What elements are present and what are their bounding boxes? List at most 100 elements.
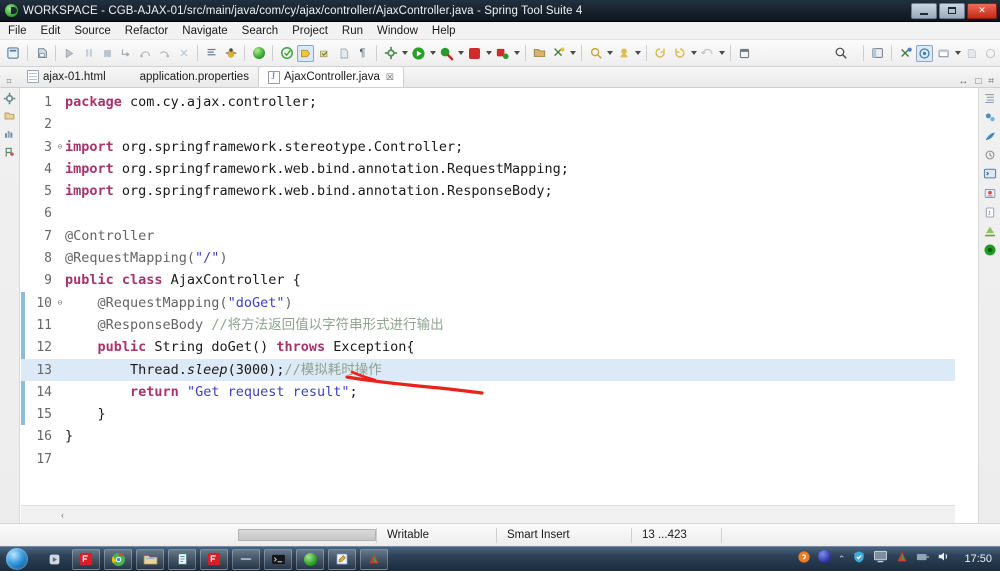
- code-line[interactable]: 4 import org.springframework.web.bind.ann…: [21, 158, 955, 180]
- ie-icon[interactable]: [817, 550, 831, 568]
- file-icon[interactable]: [335, 45, 352, 62]
- step-over-icon[interactable]: [137, 45, 154, 62]
- back-icon[interactable]: [699, 45, 716, 62]
- spring-boot-dashboard-icon[interactable]: [250, 45, 267, 62]
- source-code[interactable]: 1 package com.cy.ajax.controller; 2 3 ⊖ impor…: [21, 91, 955, 470]
- chevron-down-icon[interactable]: [717, 45, 726, 62]
- taskbar-clock[interactable]: 17:50: [958, 553, 992, 565]
- menu-item-refactor[interactable]: Refactor: [118, 22, 175, 40]
- code-line[interactable]: 5 import org.springframework.web.bind.ann…: [21, 180, 955, 202]
- java-perspective-icon[interactable]: [897, 45, 914, 62]
- outline-toggle-icon[interactable]: [3, 91, 17, 105]
- quick-access-search-icon[interactable]: [832, 45, 849, 62]
- code-line[interactable]: 13 Thread.sleep(3000);//模拟耗时操作: [21, 358, 955, 381]
- maximize-editor-icon[interactable]: □: [975, 76, 981, 87]
- boot-dashboard-icon[interactable]: [3, 127, 17, 141]
- chevron-down-icon[interactable]: [400, 45, 409, 62]
- coverage-icon[interactable]: [494, 45, 511, 62]
- code-canvas[interactable]: 1 package com.cy.ajax.controller; 2 3 ⊖ impor…: [21, 88, 955, 505]
- server-icon[interactable]: [983, 243, 997, 257]
- terminate-icon[interactable]: [99, 45, 116, 62]
- chevron-down-icon[interactable]: [456, 45, 465, 62]
- code-line[interactable]: 8 @RequestMapping("/"): [21, 247, 955, 269]
- open-type-icon[interactable]: [615, 45, 632, 62]
- foxit-reader-icon[interactable]: [72, 548, 100, 570]
- spring-explorer-icon[interactable]: [983, 129, 997, 143]
- stop-icon[interactable]: [466, 45, 483, 62]
- scroll-left-icon[interactable]: ‹: [61, 510, 64, 520]
- menu-item-run[interactable]: Run: [335, 22, 370, 40]
- code-line[interactable]: 9 public class AjaxController {: [21, 269, 955, 291]
- security-shield-icon[interactable]: [852, 550, 866, 569]
- minimized-window-icon[interactable]: [232, 548, 260, 570]
- menu-item-navigate[interactable]: Navigate: [175, 22, 234, 40]
- close-button[interactable]: ✕: [967, 2, 997, 19]
- fold-marker-icon[interactable]: ⊖: [55, 292, 65, 314]
- editor-horizontal-scrollbar[interactable]: ‹: [21, 505, 955, 523]
- chevron-down-icon[interactable]: [512, 45, 521, 62]
- chevron-down-icon[interactable]: [953, 45, 962, 62]
- chevron-down-icon[interactable]: [605, 45, 614, 62]
- step-return-icon[interactable]: [156, 45, 173, 62]
- pin-editor-icon[interactable]: [736, 45, 753, 62]
- code-line[interactable]: 17: [21, 448, 955, 470]
- code-line[interactable]: 10 ⊖ @RequestMapping("doGet"): [21, 292, 955, 314]
- menu-item-project[interactable]: Project: [285, 22, 335, 40]
- code-line[interactable]: 1 package com.cy.ajax.controller;: [21, 91, 955, 113]
- network-monitor-icon[interactable]: [873, 550, 888, 568]
- menu-item-source[interactable]: Source: [67, 22, 117, 40]
- new-java-project-icon[interactable]: [531, 45, 548, 62]
- volume-icon[interactable]: [937, 550, 951, 568]
- paragraph-icon[interactable]: ¶: [354, 45, 371, 62]
- fold-marker-icon[interactable]: ⊖: [55, 136, 65, 158]
- code-line[interactable]: 15 }: [21, 403, 955, 425]
- restore-editor-icon[interactable]: ↔: [958, 76, 968, 87]
- menu-item-search[interactable]: Search: [235, 22, 285, 40]
- chevron-down-icon[interactable]: [428, 45, 437, 62]
- chevron-down-icon[interactable]: [484, 45, 493, 62]
- media-player-icon[interactable]: [40, 549, 68, 570]
- tab-ajaxcontroller-java[interactable]: AjaxController.java ☒: [257, 66, 404, 87]
- terminal-icon[interactable]: [983, 224, 997, 238]
- chevron-down-icon[interactable]: [568, 45, 577, 62]
- tab-list-icon[interactable]: ⌗: [0, 76, 18, 87]
- new-class-icon[interactable]: [550, 45, 567, 62]
- terminal-window-icon[interactable]: [264, 548, 292, 570]
- menu-item-help[interactable]: Help: [425, 22, 463, 40]
- code-line[interactable]: 3 ⊖ import org.springframework.stereotype.…: [21, 136, 955, 158]
- boot-run-icon[interactable]: [297, 44, 314, 62]
- minimize-button[interactable]: [911, 2, 937, 19]
- code-line[interactable]: 11 @ResponseBody //将方法返回值以字符串形式进行输出: [21, 314, 955, 336]
- outline-view-icon[interactable]: [983, 91, 997, 105]
- spring-icon[interactable]: [278, 45, 295, 62]
- open-perspective-icon[interactable]: [869, 45, 886, 62]
- external-tools-icon[interactable]: [382, 45, 399, 62]
- console-icon[interactable]: [983, 167, 997, 181]
- tab-application-properties[interactable]: application.properties: [115, 66, 258, 87]
- resume-icon[interactable]: [61, 45, 78, 62]
- code-line[interactable]: 2: [21, 113, 955, 135]
- history-icon[interactable]: [983, 148, 997, 162]
- maximize-button[interactable]: [939, 2, 965, 19]
- sogou-input-icon[interactable]: [797, 550, 811, 569]
- task-list-icon[interactable]: [983, 110, 997, 124]
- drop-to-frame-icon[interactable]: [175, 45, 192, 62]
- close-icon[interactable]: ☒: [386, 72, 394, 83]
- new-wizard-icon[interactable]: [5, 45, 22, 62]
- menu-item-window[interactable]: Window: [370, 22, 425, 40]
- open-task-icon[interactable]: [203, 45, 220, 62]
- search-folder-icon[interactable]: [587, 45, 604, 62]
- code-line[interactable]: 14 return "Get request result";: [21, 381, 955, 403]
- show-view-icon[interactable]: [935, 45, 952, 62]
- antivirus-icon[interactable]: [895, 550, 909, 569]
- javadoc-icon[interactable]: J: [983, 205, 997, 219]
- chrome-icon[interactable]: [104, 548, 132, 570]
- chevron-down-icon[interactable]: [633, 45, 642, 62]
- menu-item-edit[interactable]: Edit: [34, 22, 68, 40]
- next-edit-icon[interactable]: [671, 45, 688, 62]
- start-orb-icon[interactable]: [6, 548, 28, 570]
- wps-icon[interactable]: [360, 548, 388, 570]
- spring-perspective-icon[interactable]: [916, 44, 933, 62]
- debug-icon[interactable]: [438, 45, 455, 62]
- foxit-icon[interactable]: [200, 548, 228, 570]
